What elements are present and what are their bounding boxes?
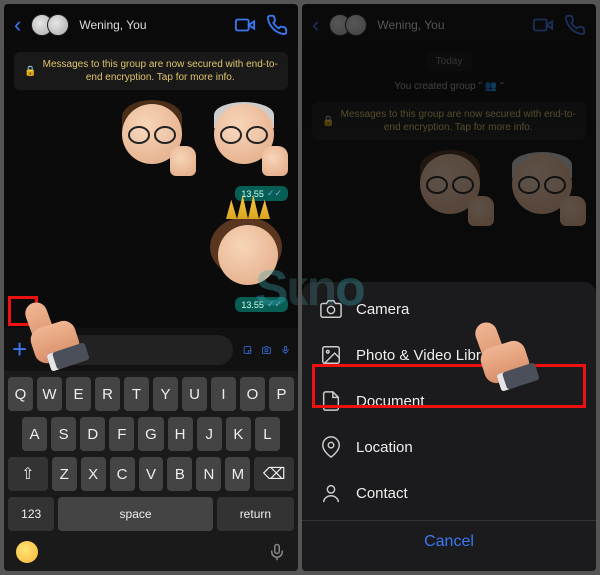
back-icon[interactable]: ‹ xyxy=(312,12,319,38)
key-k[interactable]: K xyxy=(226,417,251,451)
key-w[interactable]: W xyxy=(37,377,62,411)
message-input[interactable] xyxy=(37,335,233,365)
sheet-label: Camera xyxy=(356,301,409,318)
date-separator: Today xyxy=(426,52,473,71)
microphone-icon[interactable] xyxy=(281,340,290,360)
key-o[interactable]: O xyxy=(240,377,265,411)
attachment-action-sheet: Camera Photo & Video Library Document Lo… xyxy=(302,282,596,571)
video-call-icon[interactable] xyxy=(234,14,256,36)
key-b[interactable]: B xyxy=(167,457,192,491)
key-d[interactable]: D xyxy=(80,417,105,451)
sheet-label: Location xyxy=(356,439,413,456)
sheet-option-contact[interactable]: Contact xyxy=(302,470,596,516)
read-receipt-icon: ✓✓ xyxy=(267,299,282,310)
key-u[interactable]: U xyxy=(182,377,207,411)
key-s[interactable]: S xyxy=(51,417,76,451)
group-avatars xyxy=(329,14,367,36)
back-icon[interactable]: ‹ xyxy=(14,12,21,38)
return-key[interactable]: return xyxy=(217,497,294,531)
key-a[interactable]: A xyxy=(22,417,47,451)
contact-icon xyxy=(320,482,342,504)
sheet-label: Contact xyxy=(356,485,408,502)
sheet-option-photo-video[interactable]: Photo & Video Library xyxy=(302,332,596,378)
keyboard: QWERTYUIOP ASDFGHJKL ⇧ ZXCVBNM ⌫ 123 spa… xyxy=(4,371,298,571)
key-h[interactable]: H xyxy=(168,417,193,451)
key-f[interactable]: F xyxy=(109,417,134,451)
sticker-memoji-1[interactable] xyxy=(116,98,196,178)
video-call-icon xyxy=(532,14,554,36)
key-e[interactable]: E xyxy=(66,377,91,411)
numbers-key[interactable]: 123 xyxy=(8,497,54,531)
key-c[interactable]: C xyxy=(110,457,135,491)
key-y[interactable]: Y xyxy=(153,377,178,411)
sheet-option-camera[interactable]: Camera xyxy=(302,286,596,332)
sticker-memoji-3[interactable] xyxy=(208,209,288,289)
encryption-notice: 🔒Messages to this group are now secured … xyxy=(312,102,586,140)
camera-icon xyxy=(320,298,342,320)
sticker-message xyxy=(116,98,288,178)
sheet-option-document[interactable]: Document xyxy=(302,378,596,424)
voice-call-icon[interactable] xyxy=(266,14,288,36)
sticker-memoji-2[interactable] xyxy=(208,98,288,178)
phone-right: ‹ Wening, You Today You created group " … xyxy=(302,4,596,571)
key-q[interactable]: Q xyxy=(8,377,33,411)
chat-header: ‹ Wening, You xyxy=(4,4,298,46)
key-l[interactable]: L xyxy=(255,417,280,451)
space-key[interactable]: space xyxy=(58,497,212,531)
key-v[interactable]: V xyxy=(139,457,164,491)
avatar xyxy=(47,14,69,36)
voice-call-icon xyxy=(564,14,586,36)
key-r[interactable]: R xyxy=(95,377,120,411)
emoji-key[interactable] xyxy=(16,541,38,563)
key-j[interactable]: J xyxy=(197,417,222,451)
key-i[interactable]: I xyxy=(211,377,236,411)
sheet-option-location[interactable]: Location xyxy=(302,424,596,470)
sticker-icon[interactable] xyxy=(243,340,252,360)
camera-icon[interactable] xyxy=(262,340,271,360)
sheet-label: Photo & Video Library xyxy=(356,347,502,364)
chat-title: Wening, You xyxy=(377,18,522,32)
location-icon xyxy=(320,436,342,458)
key-m[interactable]: M xyxy=(225,457,250,491)
key-z[interactable]: Z xyxy=(52,457,77,491)
system-message: You created group " 👥 " xyxy=(392,79,505,94)
sticker-message xyxy=(208,209,288,289)
lock-icon: 🔒 xyxy=(24,65,36,78)
chat-header: ‹ Wening, You xyxy=(302,4,596,46)
chat-title[interactable]: Wening, You xyxy=(79,18,224,32)
key-p[interactable]: P xyxy=(269,377,294,411)
shift-key[interactable]: ⇧ xyxy=(8,457,48,491)
backspace-key[interactable]: ⌫ xyxy=(254,457,294,491)
phone-left: ‹ Wening, You 🔒 Messages to this group a… xyxy=(4,4,298,571)
key-n[interactable]: N xyxy=(196,457,221,491)
read-receipt-icon: ✓✓ xyxy=(267,188,282,199)
photo-icon xyxy=(320,344,342,366)
chat-body: 🔒 Messages to this group are now secured… xyxy=(4,46,298,328)
encryption-notice[interactable]: 🔒 Messages to this group are now secured… xyxy=(14,52,288,90)
key-g[interactable]: G xyxy=(138,417,163,451)
sheet-cancel-button[interactable]: Cancel xyxy=(302,520,596,563)
group-avatars[interactable] xyxy=(31,14,69,36)
document-icon xyxy=(320,390,342,412)
dictation-icon[interactable] xyxy=(268,543,286,561)
attach-button[interactable]: + xyxy=(12,334,27,365)
key-x[interactable]: X xyxy=(81,457,106,491)
message-timestamp: 13.55✓✓ xyxy=(235,297,288,312)
sheet-label: Document xyxy=(356,393,424,410)
message-input-bar: + xyxy=(4,328,298,371)
key-t[interactable]: T xyxy=(124,377,149,411)
